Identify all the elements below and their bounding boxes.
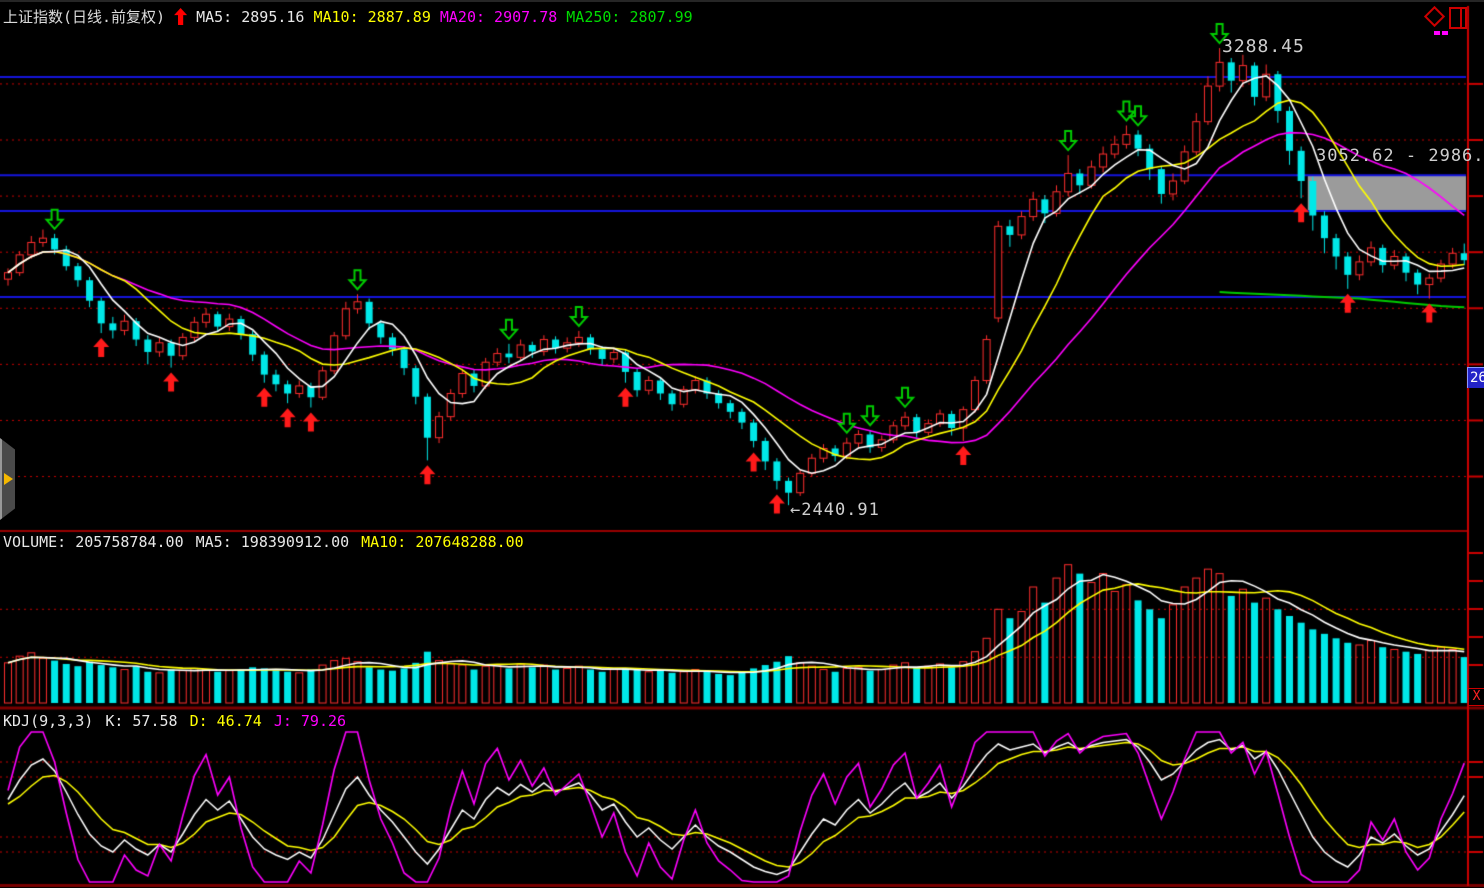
price-tag-badge: 26 <box>1467 367 1484 388</box>
volume-ma5-value: MA5: 198390912.00 <box>196 533 350 551</box>
stock-app-window: 上证指数(日线.前复权) MA5: 2895.16 MA10: 2887.89 … <box>0 0 1484 888</box>
kdj-d-value: D: 46.74 <box>190 712 262 730</box>
index-title: 上证指数(日线.前复权) <box>3 6 165 27</box>
right-triangle-icon <box>4 473 13 485</box>
peak-price-label: 3288.45 <box>1222 36 1305 57</box>
ma5-value: MA5: 2895.16 <box>196 8 304 26</box>
up-arrow-icon <box>174 8 187 25</box>
magenta-marker-dot <box>1434 31 1440 35</box>
window-layout-icon[interactable] <box>1449 7 1467 29</box>
volume-ma10-value: MA10: 207648288.00 <box>361 533 524 551</box>
ma10-value: MA10: 2887.89 <box>313 8 430 26</box>
kdj-j-value: J: 79.26 <box>274 712 346 730</box>
volume-header: VOLUME: 205758784.00 MA5: 198390912.00 M… <box>3 533 524 551</box>
volume-value: VOLUME: 205758784.00 <box>3 533 184 551</box>
main-chart-header: 上证指数(日线.前复权) MA5: 2895.16 MA10: 2887.89 … <box>3 6 693 27</box>
low-price-label: ←2440.91 <box>790 500 880 520</box>
kdj-name: KDJ(9,3,3) <box>3 712 93 730</box>
ma20-value: MA20: 2907.78 <box>440 8 557 26</box>
kdj-k-value: K: 57.58 <box>105 712 177 730</box>
window-pane-divider <box>1460 9 1462 27</box>
charts-canvas[interactable] <box>0 0 1484 888</box>
close-pane-button[interactable]: X <box>1468 688 1484 706</box>
top-border <box>0 0 1484 2</box>
kdj-header: KDJ(9,3,3) K: 57.58 D: 46.74 J: 79.26 <box>3 712 346 730</box>
magenta-marker-dot <box>1442 31 1448 35</box>
ma250-value: MA250: 2807.99 <box>566 8 692 26</box>
expand-panel-tab[interactable] <box>0 438 15 520</box>
gap-range-label: 3052.62 - 2986.54 <box>1316 146 1484 166</box>
